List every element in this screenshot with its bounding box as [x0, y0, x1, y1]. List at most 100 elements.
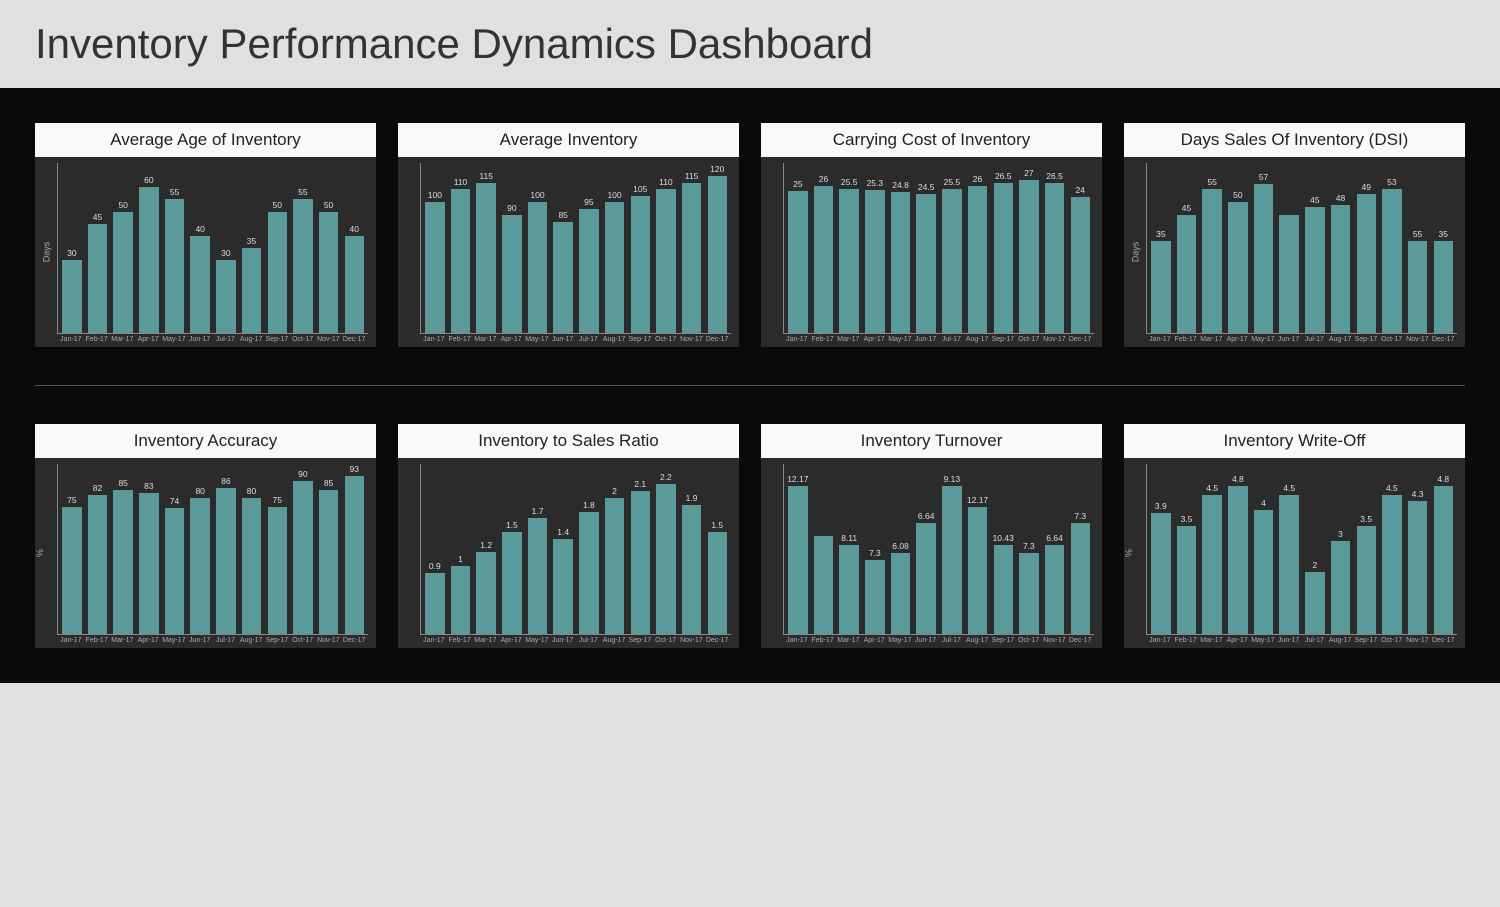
bar-wrap: 83 [137, 464, 161, 634]
x-tick: Aug-17 [602, 336, 626, 343]
bar-value-label: 10.43 [993, 533, 1014, 543]
bar-wrap: 7.3 [863, 464, 887, 634]
bar-value-label: 30 [67, 248, 76, 258]
bar [1305, 207, 1324, 333]
bar [268, 507, 287, 635]
bar-value-label: 85 [558, 210, 567, 220]
bar [994, 183, 1013, 333]
bar-value-label: 12.17 [967, 495, 988, 505]
bar-value-label: 2 [612, 486, 617, 496]
x-tick: Mar-17 [837, 336, 861, 343]
bar [1151, 241, 1170, 333]
bar-wrap: 1.4 [551, 464, 575, 634]
plot-area: 304550605540303550555040 [57, 163, 368, 334]
bar-wrap: 74 [163, 464, 187, 634]
x-tick: Aug-17 [602, 637, 626, 644]
bar-value-label: 26 [819, 174, 828, 184]
x-tick: Apr-17 [136, 637, 160, 644]
bar-value-label: 2.2 [660, 472, 672, 482]
x-tick: Feb-17 [811, 336, 835, 343]
x-tick: May-17 [525, 637, 549, 644]
chart-body: Thousands of USD100110115901008595100105… [398, 157, 739, 347]
bar-value-label: 7.3 [1023, 541, 1035, 551]
x-tick: Sep-17 [1354, 336, 1378, 343]
chart-card: Inventory Write-Off%3.93.54.54.844.5233.… [1124, 424, 1465, 648]
bar-wrap: 55 [1406, 163, 1430, 333]
x-tick: Aug-17 [239, 336, 263, 343]
chart-title: Inventory Turnover [761, 424, 1102, 458]
bar-value-label: 2 [1313, 560, 1318, 570]
x-tick: Feb-17 [1174, 637, 1198, 644]
x-tick: Feb-17 [448, 637, 472, 644]
bar-wrap: 75 [265, 464, 289, 634]
bar-value-label: 110 [454, 177, 468, 187]
bar [528, 202, 547, 333]
x-tick: Apr-17 [862, 637, 886, 644]
bar [631, 491, 650, 634]
bar-wrap: 26.5 [1043, 163, 1067, 333]
y-axis-label: % [1124, 549, 1134, 557]
bar [139, 187, 158, 333]
bar-value-label: 55 [298, 187, 307, 197]
bar-wrap: 1.5 [705, 464, 729, 634]
bar-wrap: 93 [342, 464, 366, 634]
bar [891, 192, 910, 333]
bar-value-label: 93 [349, 464, 358, 474]
x-tick: Jun-17 [188, 637, 212, 644]
bar-wrap: 25.5 [837, 163, 861, 333]
bar-value-label: 1.9 [686, 493, 698, 503]
bar [242, 248, 261, 333]
x-tick: Jan-17 [785, 637, 809, 644]
bar-wrap: 1.9 [680, 464, 704, 634]
x-axis-ticks: Jan-17Feb-17Mar-17Apr-17May-17Jun-17Jul-… [783, 635, 1094, 644]
bar [865, 190, 884, 333]
bar [1177, 526, 1196, 634]
x-axis-ticks: Jan-17Feb-17Mar-17Apr-17May-17Jun-17Jul-… [57, 334, 368, 343]
bar-value-label: 4.5 [1206, 483, 1218, 493]
bar-value-label: 40 [195, 224, 204, 234]
chart-card: Carrying Cost of InventoryThousands of U… [761, 123, 1102, 347]
bar-value-label: 50 [324, 200, 333, 210]
bar [1357, 526, 1376, 634]
bar-wrap: 55 [291, 163, 315, 333]
x-tick: May-17 [162, 637, 186, 644]
x-tick: Mar-17 [111, 637, 135, 644]
x-tick: Apr-17 [862, 336, 886, 343]
bar-value-label: 1.4 [557, 527, 569, 537]
x-tick: Jun-17 [551, 336, 575, 343]
bar-value-label: 50 [1233, 190, 1242, 200]
bar [1071, 197, 1090, 333]
bar-wrap: 110 [449, 163, 473, 333]
bar-wrap: 115 [474, 163, 498, 333]
bar-value-label: 49 [1361, 182, 1370, 192]
x-tick: May-17 [888, 336, 912, 343]
x-axis-ticks: Jan-17Feb-17Mar-17Apr-17May-17Jun-17Jul-… [420, 334, 731, 343]
bar [942, 189, 961, 334]
bar-value-label: 3.5 [1360, 514, 1372, 524]
x-tick: Mar-17 [1200, 336, 1224, 343]
x-tick: Jul-17 [940, 637, 964, 644]
bar [216, 488, 235, 634]
x-tick: Nov-17 [680, 336, 704, 343]
x-tick: Jun-17 [1277, 637, 1301, 644]
x-tick: Jul-17 [940, 336, 964, 343]
bar-value-label: 1.5 [506, 520, 518, 530]
bar [1434, 486, 1453, 634]
bar-value-label: 25.5 [841, 177, 858, 187]
bar-wrap: 6.08 [889, 464, 913, 634]
bar-value-label: 120 [710, 164, 724, 174]
bar [1045, 545, 1064, 634]
bar-value-label: 27 [1024, 168, 1033, 178]
chart-body: %758285837480868075908593Jan-17Feb-17Mar… [35, 458, 376, 648]
bar [814, 186, 833, 333]
bar [942, 486, 961, 634]
bar [1408, 501, 1427, 634]
bar-wrap: 3.9 [1149, 464, 1173, 634]
bar-value-label: 85 [324, 478, 333, 488]
bar-wrap: 53 [1380, 163, 1404, 333]
bar-wrap: 95 [577, 163, 601, 333]
bar-wrap: 6.64 [1043, 464, 1067, 634]
bar-value-label: 90 [507, 203, 516, 213]
bar [113, 490, 132, 635]
bar-wrap: 25.5 [940, 163, 964, 333]
